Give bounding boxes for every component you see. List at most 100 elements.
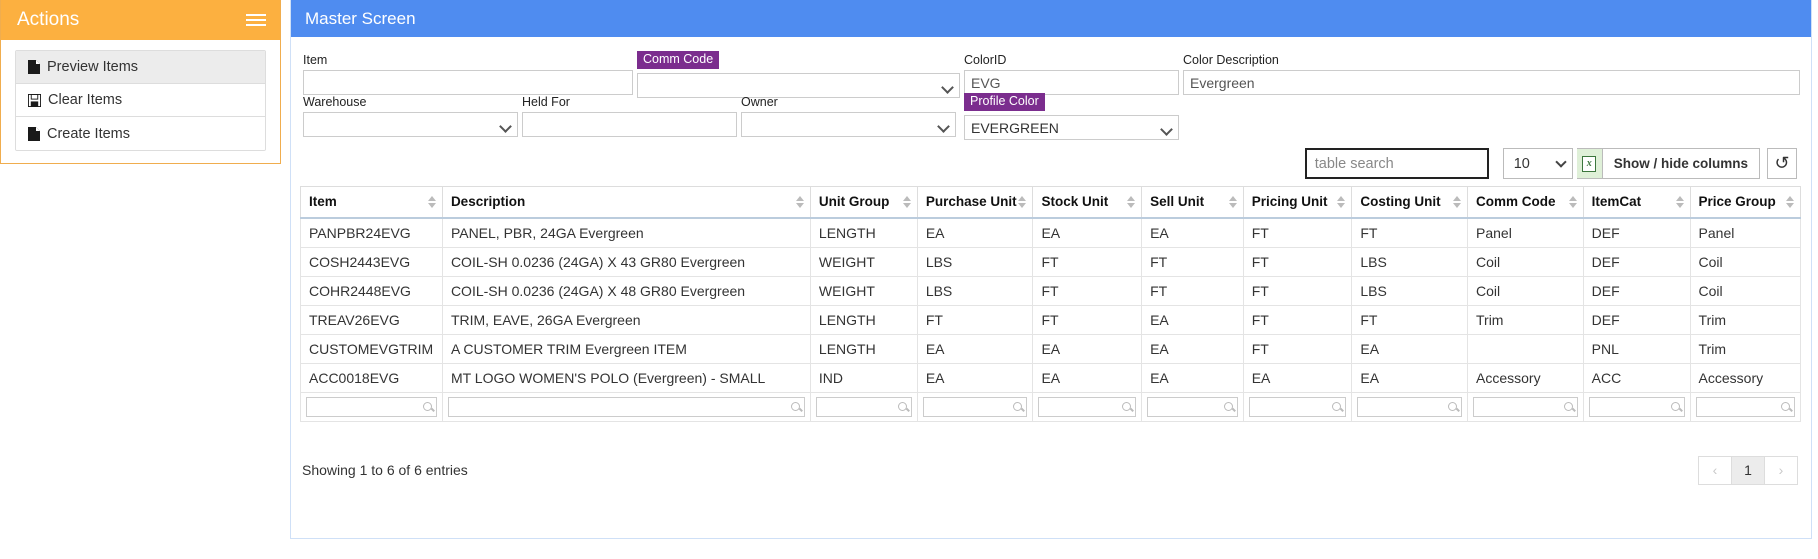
cell-costing-unit: FT bbox=[1351, 304, 1468, 335]
cell-description: PANEL, PBR, 24GA Evergreen bbox=[441, 217, 811, 248]
table-row[interactable]: PANPBR24EVG PANEL, PBR, 24GA Evergreen L… bbox=[300, 217, 1802, 248]
search-icon bbox=[790, 402, 800, 411]
action-item-clear-items[interactable]: Clear Items bbox=[16, 84, 265, 117]
field-profile-color-label: Profile Color bbox=[964, 93, 1045, 111]
cell-item: TREAV26EVG bbox=[300, 304, 443, 335]
excel-export-button[interactable]: x bbox=[1576, 148, 1603, 179]
cell-costing-unit: FT bbox=[1351, 217, 1468, 248]
cell-stock-unit: EA bbox=[1032, 362, 1143, 393]
master-screen-header: Master Screen bbox=[291, 0, 1811, 37]
pagination-next[interactable]: › bbox=[1764, 455, 1798, 485]
table-row[interactable]: COSH2443EVG COIL-SH 0.0236 (24GA) X 43 G… bbox=[300, 246, 1802, 277]
page-length-select[interactable]: 10 bbox=[1502, 148, 1573, 179]
filter-cell-pricing-unit bbox=[1242, 391, 1353, 422]
column-filter-unit-group[interactable] bbox=[815, 396, 912, 417]
pagination: ‹ 1 › bbox=[1698, 455, 1798, 485]
cell-pricing-unit: FT bbox=[1242, 246, 1353, 277]
actions-list: Preview Items Clear Items Create Items bbox=[15, 50, 266, 151]
field-held-for: Held For bbox=[522, 95, 737, 137]
column-header-label: Unit Group bbox=[818, 194, 890, 210]
owner-select[interactable] bbox=[741, 112, 956, 137]
master-screen-body: Item Comm Code ColorID EVG Color Descrip… bbox=[291, 37, 1811, 538]
cell-itemcat: PNL bbox=[1582, 333, 1691, 364]
table-row[interactable]: COHR2448EVG COIL-SH 0.0236 (24GA) X 48 G… bbox=[300, 275, 1802, 306]
table-search-input[interactable]: table search bbox=[1304, 148, 1489, 179]
item-input[interactable] bbox=[303, 70, 633, 95]
search-icon bbox=[1448, 402, 1457, 411]
cell-sell-unit: EA bbox=[1141, 333, 1244, 364]
pagination-previous[interactable]: ‹ bbox=[1698, 455, 1732, 485]
column-header-price-group[interactable]: Price Group bbox=[1689, 186, 1802, 219]
cell-unit-group: IND bbox=[809, 362, 918, 393]
column-header-label: ItemCat bbox=[1591, 194, 1642, 210]
items-table-foot bbox=[300, 391, 1802, 422]
column-filter-price-group[interactable] bbox=[1695, 396, 1795, 417]
actions-panel-body: Preview Items Clear Items Create Items bbox=[1, 40, 280, 165]
page-title: Master Screen bbox=[305, 8, 416, 28]
action-item-label: Preview Items bbox=[47, 59, 139, 75]
column-header-itemcat[interactable]: ItemCat bbox=[1582, 186, 1691, 219]
column-filter-sell-unit[interactable] bbox=[1147, 396, 1238, 417]
column-filter-item[interactable] bbox=[306, 396, 437, 417]
cell-comm-code: Accessory bbox=[1467, 362, 1584, 393]
action-item-create-items[interactable]: Create Items bbox=[16, 117, 265, 150]
column-header-item[interactable]: Item bbox=[300, 186, 443, 219]
cell-price-group: Accessory bbox=[1689, 362, 1802, 393]
actions-panel-title: Actions bbox=[17, 9, 80, 30]
filter-cell-sell-unit bbox=[1141, 391, 1244, 422]
held-for-input[interactable] bbox=[522, 112, 737, 137]
color-description-input[interactable]: Evergreen bbox=[1183, 70, 1800, 95]
cell-purchase-unit: EA bbox=[916, 362, 1034, 393]
cell-item: COSH2443EVG bbox=[300, 246, 443, 277]
table-row[interactable]: TREAV26EVG TRIM, EAVE, 26GA Evergreen LE… bbox=[300, 304, 1802, 335]
column-header-unit-group[interactable]: Unit Group bbox=[809, 186, 918, 219]
filter-form: Item Comm Code ColorID EVG Color Descrip… bbox=[300, 47, 1801, 140]
column-header-description[interactable]: Description bbox=[441, 186, 811, 219]
filter-cell-unit-group bbox=[809, 391, 918, 422]
save-icon bbox=[28, 93, 41, 107]
table-row[interactable]: ACC0018EVG MT LOGO WOMEN'S POLO (Evergre… bbox=[300, 362, 1802, 393]
field-color-id-label: ColorID bbox=[964, 53, 1007, 67]
cell-description: COIL-SH 0.0236 (24GA) X 48 GR80 Evergree… bbox=[441, 275, 811, 306]
sort-icon bbox=[1018, 195, 1027, 208]
search-icon bbox=[1122, 402, 1132, 411]
column-filter-stock-unit[interactable] bbox=[1038, 396, 1137, 417]
cell-stock-unit: FT bbox=[1032, 246, 1143, 277]
sort-icon bbox=[1675, 195, 1684, 208]
cell-costing-unit: EA bbox=[1351, 333, 1468, 364]
column-filter-comm-code[interactable] bbox=[1473, 396, 1578, 417]
pagination-page-1[interactable]: 1 bbox=[1731, 455, 1765, 485]
cell-pricing-unit: FT bbox=[1242, 217, 1353, 248]
warehouse-select[interactable] bbox=[303, 112, 518, 137]
cell-comm-code: Trim bbox=[1467, 304, 1584, 335]
profile-color-select[interactable]: EVERGREEN bbox=[964, 115, 1179, 140]
table-toolbar: table search 10 x Show / hide columns ↺ bbox=[300, 148, 1797, 179]
search-icon bbox=[1332, 402, 1342, 411]
table-row[interactable]: CUSTOMEVGTRIM A CUSTOMER TRIM Evergreen … bbox=[300, 333, 1802, 364]
column-header-label: Pricing Unit bbox=[1251, 194, 1328, 210]
column-filter-costing-unit[interactable] bbox=[1357, 396, 1462, 417]
cell-sell-unit: FT bbox=[1141, 246, 1244, 277]
cell-description: COIL-SH 0.0236 (24GA) X 43 GR80 Evergree… bbox=[441, 246, 811, 277]
column-filter-pricing-unit[interactable] bbox=[1248, 396, 1347, 417]
column-header-comm-code[interactable]: Comm Code bbox=[1467, 186, 1584, 219]
hamburger-icon[interactable] bbox=[246, 14, 266, 26]
column-filter-itemcat[interactable] bbox=[1588, 396, 1685, 417]
cell-description: TRIM, EAVE, 26GA Evergreen bbox=[441, 304, 811, 335]
reset-button[interactable]: ↺ bbox=[1767, 148, 1797, 179]
action-item-preview-items[interactable]: Preview Items bbox=[16, 51, 265, 84]
items-table: Item Description Unit Group Purchase Uni… bbox=[300, 186, 1802, 422]
field-owner: Owner bbox=[741, 95, 956, 137]
sort-icon bbox=[902, 195, 911, 208]
column-header-purchase-unit[interactable]: Purchase Unit bbox=[916, 186, 1034, 219]
cell-item: PANPBR24EVG bbox=[300, 217, 443, 248]
table-header-row: Item Description Unit Group Purchase Uni… bbox=[300, 186, 1802, 219]
column-header-stock-unit[interactable]: Stock Unit bbox=[1032, 186, 1143, 219]
column-filter-purchase-unit[interactable] bbox=[922, 396, 1028, 417]
column-header-costing-unit[interactable]: Costing Unit bbox=[1351, 186, 1468, 219]
excel-export-icon: x bbox=[1582, 155, 1597, 172]
show-hide-columns-button[interactable]: Show / hide columns bbox=[1602, 148, 1760, 179]
column-header-sell-unit[interactable]: Sell Unit bbox=[1141, 186, 1244, 219]
column-header-pricing-unit[interactable]: Pricing Unit bbox=[1242, 186, 1353, 219]
column-filter-description[interactable] bbox=[447, 396, 805, 417]
